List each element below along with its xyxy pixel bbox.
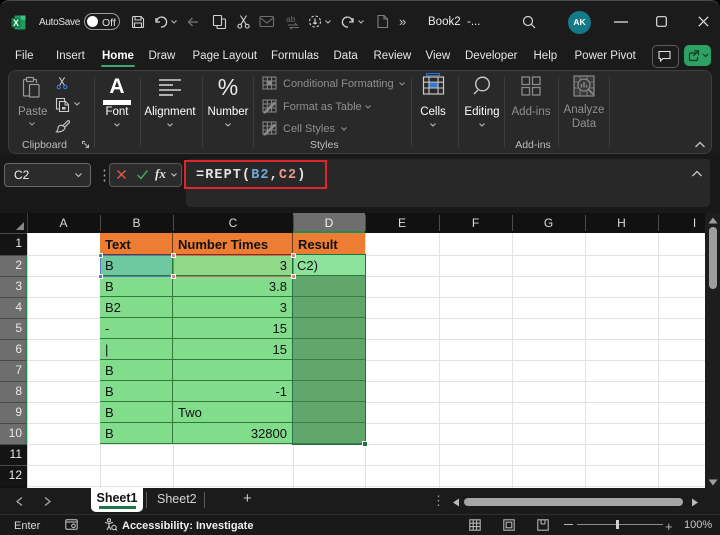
svg-text:ab: ab	[286, 14, 296, 24]
svg-text:X: X	[13, 18, 19, 28]
